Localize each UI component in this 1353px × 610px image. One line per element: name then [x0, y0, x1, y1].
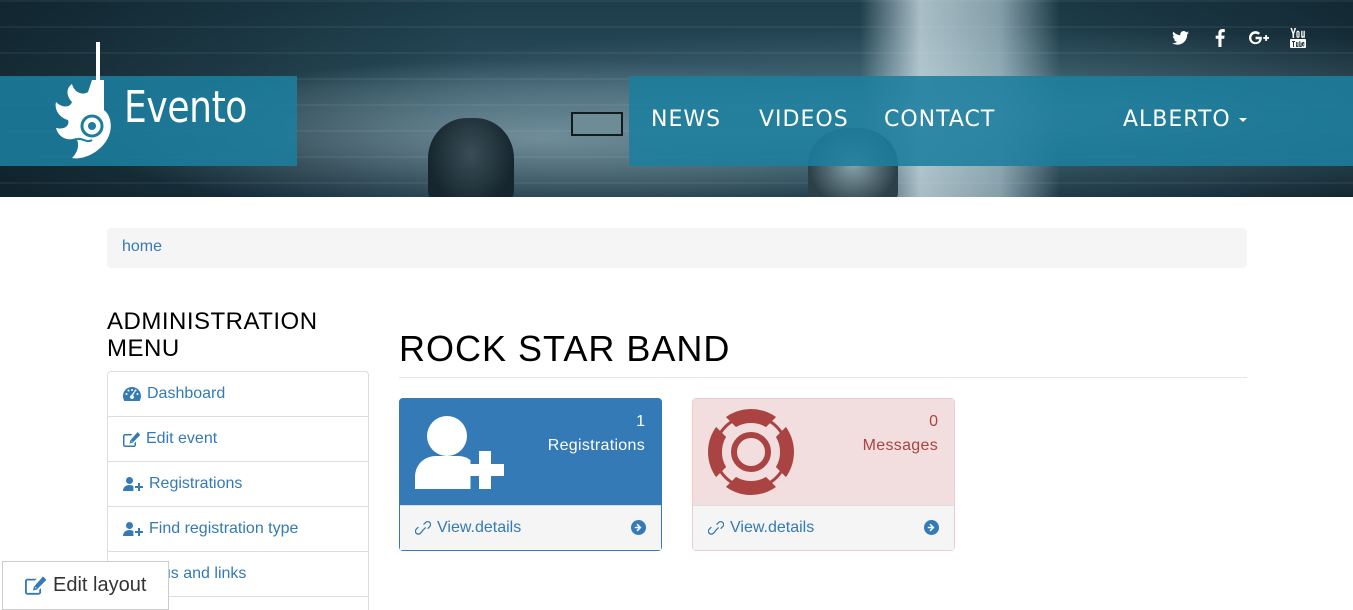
view-details-label: View.details: [730, 519, 815, 536]
sidebar-item-label: Edit event: [146, 430, 218, 447]
facebook-icon[interactable]: [1200, 26, 1239, 50]
title-divider: [399, 377, 1247, 378]
messages-panel: 0 Messages View.details: [692, 398, 955, 551]
view-details-link[interactable]: View.details: [693, 505, 954, 550]
sidebar-item-label: Find registration type: [149, 520, 299, 537]
edit-icon: [123, 431, 140, 447]
page-title: ROCK STAR BAND: [399, 328, 731, 369]
edit-layout-label: Edit layout: [53, 574, 147, 596]
nav-videos[interactable]: VIDEOS: [759, 107, 849, 132]
sidebar-item-registrations[interactable]: Registrations: [107, 461, 369, 507]
view-details-link[interactable]: View.details: [400, 505, 661, 550]
sidebar-item-dashboard[interactable]: Dashboard: [107, 371, 369, 417]
breadcrumb: home: [107, 228, 1247, 268]
messages-label: Messages: [862, 437, 938, 454]
view-details-label: View.details: [437, 519, 522, 536]
life-ring-icon: [708, 409, 794, 495]
sidebar-item-find-registration-type[interactable]: Find registration type: [107, 506, 369, 552]
arrow-circle-right-icon: [924, 520, 939, 535]
user-name: ALBERTO: [1123, 107, 1231, 132]
edit-layout-button[interactable]: Edit layout: [2, 561, 169, 610]
panel-heading: 1 Registrations: [400, 399, 661, 505]
registrations-count: 1: [636, 413, 645, 430]
google-plus-icon[interactable]: [1239, 26, 1278, 50]
hero-banner: Evento NEWS VIDEOS CONTACT ALBERTO: [0, 0, 1353, 197]
user-menu[interactable]: ALBERTO: [1123, 107, 1247, 132]
link-icon: [415, 520, 431, 537]
dashboard-icon: [123, 387, 141, 401]
sidebar-item-label: Dashboard: [147, 385, 226, 402]
nav-contact[interactable]: CONTACT: [884, 107, 995, 132]
guitar-logo-icon[interactable]: [52, 40, 124, 166]
registrations-label: Registrations: [547, 437, 645, 454]
brand-name[interactable]: Evento: [124, 82, 247, 133]
twitter-icon[interactable]: [1161, 26, 1200, 50]
user-plus-icon: [415, 416, 504, 489]
wall-picture: [571, 112, 623, 136]
user-plus-icon: [123, 477, 143, 491]
panel-heading: 0 Messages: [693, 399, 954, 505]
sidebar-title: ADMINISTRATION MENU: [107, 308, 318, 362]
sidebar-item-label: Registrations: [149, 475, 243, 492]
band-member: [428, 118, 514, 197]
registrations-panel: 1 Registrations View.details: [399, 398, 662, 551]
breadcrumb-home[interactable]: home: [122, 238, 162, 255]
messages-count: 0: [929, 413, 938, 430]
arrow-circle-right-icon: [631, 520, 646, 535]
social-links: [1161, 26, 1317, 50]
nav-news[interactable]: NEWS: [651, 107, 721, 132]
edit-icon: [25, 576, 46, 595]
main-nav: NEWS VIDEOS CONTACT ALBERTO: [629, 76, 1353, 166]
caret-down-icon: [1238, 118, 1247, 122]
youtube-icon[interactable]: [1278, 26, 1317, 50]
sidebar-item-edit-event[interactable]: Edit event: [107, 416, 369, 462]
link-icon: [708, 520, 724, 535]
user-plus-icon: [123, 522, 143, 536]
